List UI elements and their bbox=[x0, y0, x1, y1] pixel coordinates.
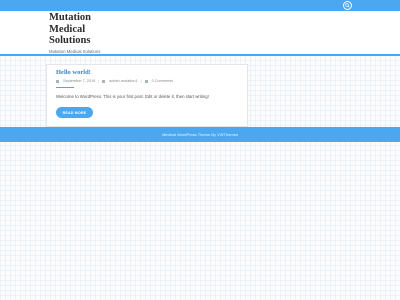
site-title[interactable]: Mutation Medical Solutions bbox=[49, 12, 119, 47]
post-date[interactable]: September 7, 2019 bbox=[63, 79, 95, 83]
post-comments[interactable]: 0 Comments bbox=[152, 79, 174, 83]
site-tagline: Mutation Medical Solutions bbox=[49, 48, 101, 54]
calendar-icon bbox=[56, 79, 59, 83]
post-card: Hello world! September 7, 2019 | admin-m… bbox=[46, 64, 248, 127]
top-bar bbox=[0, 0, 400, 11]
search-button[interactable] bbox=[343, 1, 352, 10]
footer-credit[interactable]: Medical WordPress Theme By VWThemes bbox=[162, 132, 238, 137]
post-meta: September 7, 2019 | admin-mutation1 | 0 … bbox=[56, 79, 173, 83]
site-branding: Mutation Medical Solutions Mutation Medi… bbox=[49, 12, 119, 54]
post-title[interactable]: Hello world! bbox=[56, 69, 91, 76]
post-excerpt: Welcome to WordPress. This is your first… bbox=[56, 94, 209, 99]
read-more-button[interactable]: READ MORE bbox=[56, 107, 93, 118]
title-underline bbox=[56, 87, 74, 88]
post-author[interactable]: admin-mutation1 bbox=[109, 79, 137, 83]
user-icon bbox=[102, 79, 106, 83]
search-icon bbox=[345, 3, 350, 8]
meta-separator: | bbox=[98, 79, 100, 83]
meta-separator: | bbox=[140, 79, 142, 83]
site-header: Mutation Medical Solutions Mutation Medi… bbox=[0, 11, 400, 56]
site-footer: Medical WordPress Theme By VWThemes bbox=[0, 127, 400, 142]
comments-icon bbox=[144, 79, 148, 83]
